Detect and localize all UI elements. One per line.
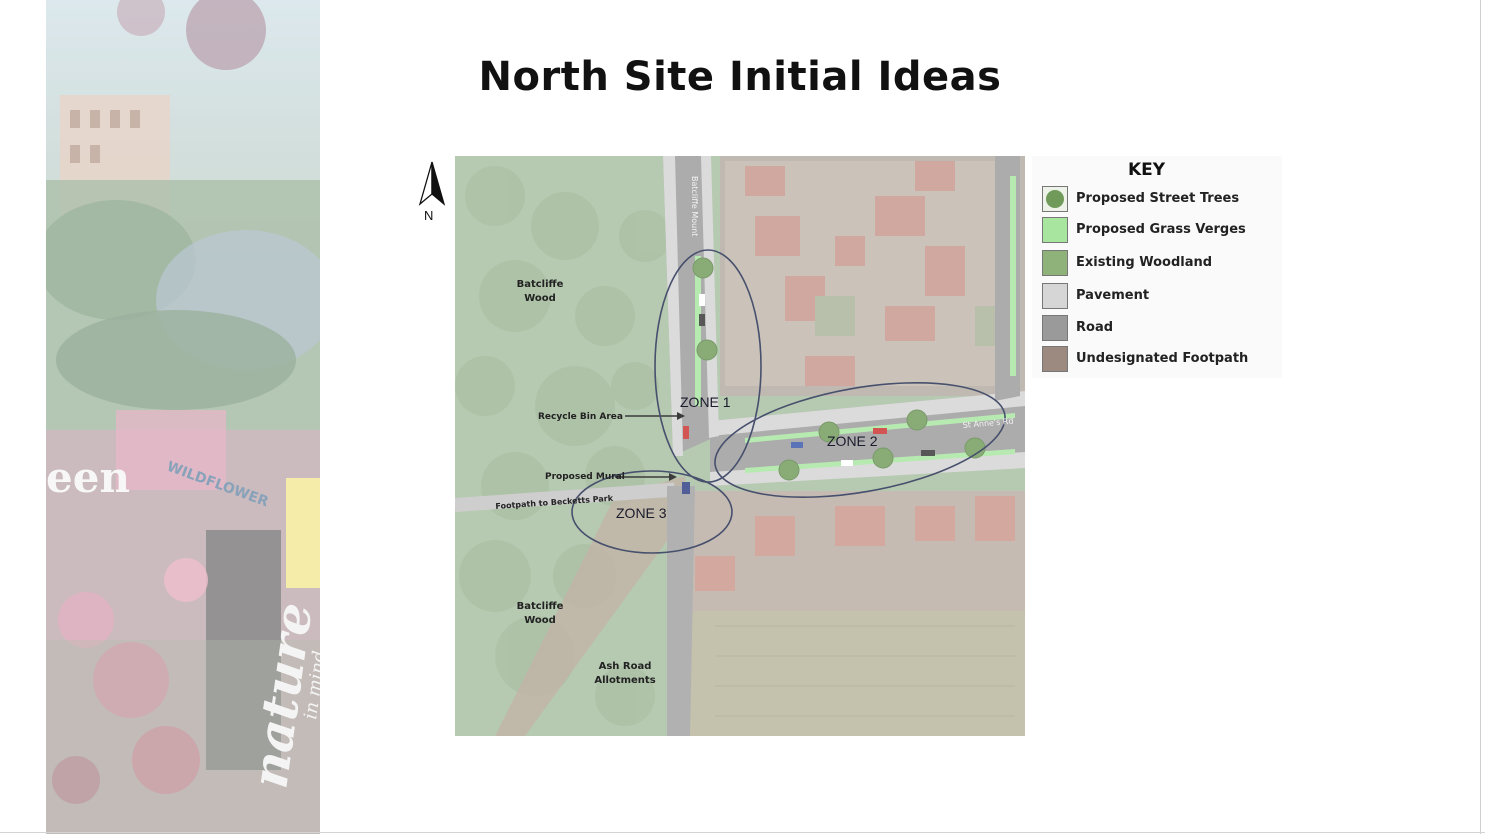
zone-1-label: ZONE 1 xyxy=(680,394,731,410)
map-key: KEY Proposed Street Trees Proposed Grass… xyxy=(1032,156,1282,378)
key-item-street-trees: Proposed Street Trees xyxy=(1042,186,1282,214)
north-label: N xyxy=(424,208,434,223)
label-allotments: Ash Road Allotments xyxy=(594,661,656,686)
woodland-swatch-icon xyxy=(1042,250,1068,276)
pavement-swatch-icon xyxy=(1042,283,1068,309)
key-item-undesignated-footpath: Undesignated Footpath xyxy=(1042,346,1282,374)
label-batcliffe-wood-north: Batcliffe Wood xyxy=(516,279,564,304)
key-item-road: Road xyxy=(1042,315,1282,343)
label-proposed-mural: Proposed Mural xyxy=(545,472,625,482)
key-item-grass-verges: Proposed Grass Verges xyxy=(1042,217,1282,245)
slide-bottom-edge xyxy=(0,832,1485,833)
label-batcliffe-wood-south: Batcliffe Wood xyxy=(516,601,564,626)
zone-2-label: ZONE 2 xyxy=(827,433,878,449)
key-item-existing-woodland: Existing Woodland xyxy=(1042,250,1282,278)
road-swatch-icon xyxy=(1042,315,1068,341)
footpath-swatch-icon xyxy=(1042,346,1068,372)
site-map: Batcliffe Mount St Anne's Rd Batcliffe Wo… xyxy=(455,156,1025,736)
key-title: KEY xyxy=(1128,160,1166,180)
tree-swatch-icon xyxy=(1042,186,1068,212)
verge-swatch-icon xyxy=(1042,217,1068,243)
page-title: North Site Initial Ideas xyxy=(478,54,1002,100)
label-recycle-bin-area: Recycle Bin Area xyxy=(538,412,623,422)
zone-3-label: ZONE 3 xyxy=(616,505,667,521)
slide-edge xyxy=(1480,0,1481,834)
key-item-pavement: Pavement xyxy=(1042,283,1282,311)
collage-image: een WILDFLOWER nature in mind xyxy=(46,0,320,834)
